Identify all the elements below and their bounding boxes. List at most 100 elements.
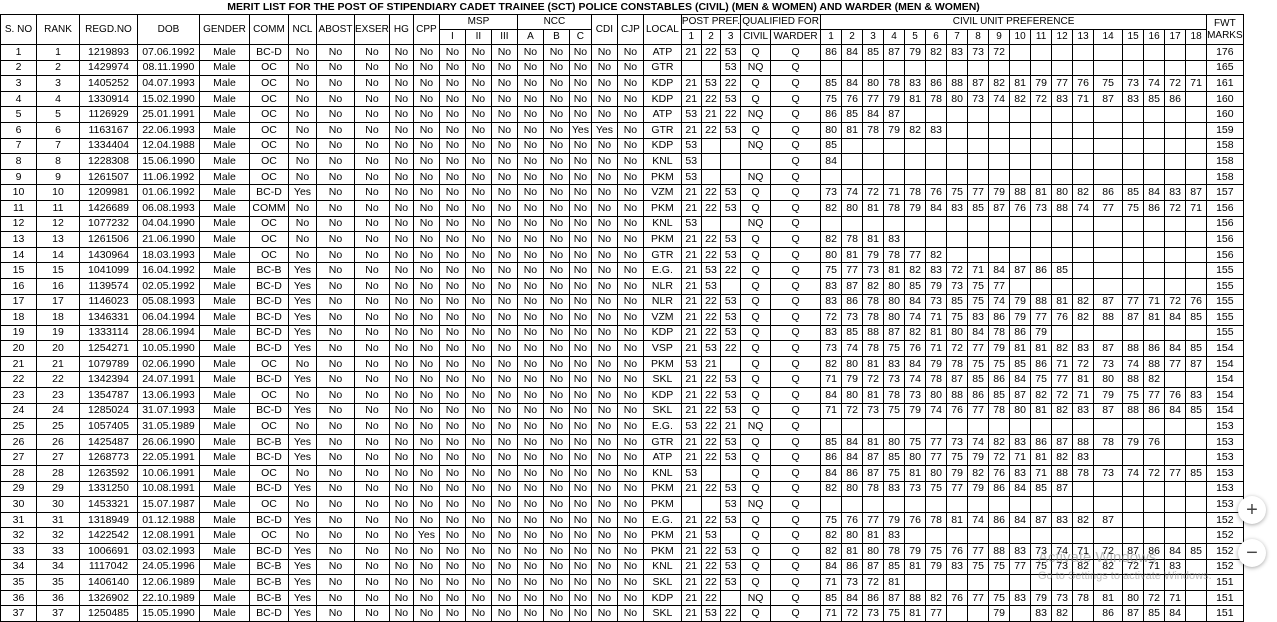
- table-cell: 22.10.1989: [137, 589, 200, 607]
- table-cell: No: [316, 496, 355, 513]
- table-cell: [967, 231, 990, 248]
- table-cell: 80: [1122, 589, 1145, 607]
- table-cell: [1093, 324, 1124, 342]
- table-cell: 13: [0, 231, 37, 248]
- table-cell: 28: [36, 465, 80, 482]
- table-cell: 76: [1164, 387, 1187, 404]
- table-cell: 29: [36, 480, 80, 498]
- table-cell: No: [490, 168, 518, 186]
- table-cell: [1185, 433, 1208, 451]
- table-cell: No: [490, 231, 518, 248]
- table-cell: No: [354, 433, 390, 451]
- table-cell: No: [354, 262, 390, 279]
- zoom-out-button[interactable]: −: [1238, 539, 1266, 567]
- table-cell: 87: [1051, 480, 1074, 498]
- table-cell: ATP: [642, 44, 682, 61]
- table-cell: [1009, 59, 1032, 77]
- table-cell: VZM: [642, 184, 682, 201]
- table-cell: 81: [862, 433, 885, 451]
- table-cell: 74: [1072, 199, 1095, 217]
- table-cell: No: [542, 387, 570, 404]
- table-cell: No: [568, 44, 592, 61]
- table-cell: 1126929: [79, 106, 138, 123]
- table-cell: [1030, 137, 1053, 155]
- table-cell: Q: [770, 480, 822, 498]
- table-cell: 82: [820, 480, 843, 498]
- table-cell: [1051, 574, 1074, 591]
- table-cell: 53: [700, 527, 722, 544]
- col-header-regd: REGD.NO: [79, 14, 138, 45]
- table-cell: No: [490, 402, 518, 420]
- table-cell: [1030, 215, 1053, 233]
- table-cell: No: [590, 309, 618, 326]
- table-cell: 81: [862, 231, 885, 248]
- table-cell: ATP: [642, 449, 682, 467]
- table-cell: No: [412, 480, 440, 498]
- table-cell: [883, 137, 906, 155]
- table-cell: PKM: [642, 168, 682, 186]
- table-cell: 88: [1009, 184, 1032, 201]
- table-cell: [862, 153, 885, 170]
- table-cell: 85: [1051, 262, 1074, 279]
- table-cell: 82: [925, 246, 948, 264]
- zoom-in-button[interactable]: +: [1238, 496, 1266, 524]
- table-cell: No: [542, 262, 570, 279]
- table-cell: 77: [925, 433, 948, 451]
- table-cell: [820, 418, 843, 435]
- table-cell: 53: [680, 355, 702, 373]
- table-cell: 1426689: [79, 199, 138, 217]
- table-cell: BC-D: [249, 324, 289, 342]
- table-cell: NQ: [740, 168, 772, 186]
- table-cell: 06.08.1993: [137, 199, 200, 217]
- table-cell: [740, 153, 772, 170]
- table-cell: No: [388, 246, 414, 264]
- table-row: 5 5 1126929 25.01.1991 Male OC No No No No No No No N…: [0, 106, 1244, 123]
- table-cell: [700, 59, 722, 77]
- table-cell: [1164, 153, 1187, 170]
- table-cell: No: [590, 137, 618, 155]
- table-cell: GTR: [642, 59, 682, 77]
- table-cell: PKM: [642, 199, 682, 217]
- table-cell: [1093, 449, 1124, 467]
- table-cell: 88: [1051, 465, 1074, 482]
- table-cell: 53: [720, 496, 742, 513]
- table-cell: [1122, 106, 1145, 123]
- table-cell: [1185, 59, 1208, 77]
- table-cell: 81: [1030, 340, 1053, 357]
- table-cell: No: [316, 75, 355, 92]
- table-cell: No: [590, 324, 618, 342]
- table-cell: 05.08.1993: [137, 293, 200, 311]
- table-cell: 82: [1072, 511, 1095, 529]
- table-cell: 75: [1122, 387, 1145, 404]
- table-cell: 72: [988, 44, 1011, 61]
- table-cell: OC: [249, 527, 289, 544]
- table-cell: [1185, 324, 1208, 342]
- table-cell: 84: [1009, 511, 1032, 529]
- table-cell: 53: [680, 215, 702, 233]
- table-cell: [1051, 527, 1074, 544]
- table-cell: No: [568, 589, 592, 607]
- table-cell: 83: [1009, 433, 1032, 451]
- table-cell: 79: [946, 465, 969, 482]
- table-cell: [862, 168, 885, 186]
- table-cell: 27: [36, 449, 80, 467]
- civil-sub-header-2: 2: [841, 29, 864, 45]
- table-cell: 1057405: [79, 418, 138, 435]
- table-cell: No: [354, 543, 390, 560]
- table-cell: No: [568, 465, 592, 482]
- table-cell: No: [568, 480, 592, 498]
- table-cell: No: [354, 106, 390, 123]
- table-cell: 87: [1093, 340, 1124, 357]
- table-cell: No: [616, 262, 644, 279]
- table-row: 6 6 1163167 22.06.1993 Male OC No No No No No No No N…: [0, 121, 1244, 139]
- table-cell: OC: [249, 246, 289, 264]
- table-cell: 1334404: [79, 137, 138, 155]
- table-cell: [1143, 480, 1166, 498]
- table-cell: [862, 215, 885, 233]
- table-cell: No: [568, 153, 592, 170]
- table-cell: 03.02.1993: [137, 543, 200, 560]
- table-cell: [967, 215, 990, 233]
- table-cell: No: [568, 324, 592, 342]
- table-cell: No: [412, 44, 440, 61]
- table-cell: No: [438, 184, 466, 201]
